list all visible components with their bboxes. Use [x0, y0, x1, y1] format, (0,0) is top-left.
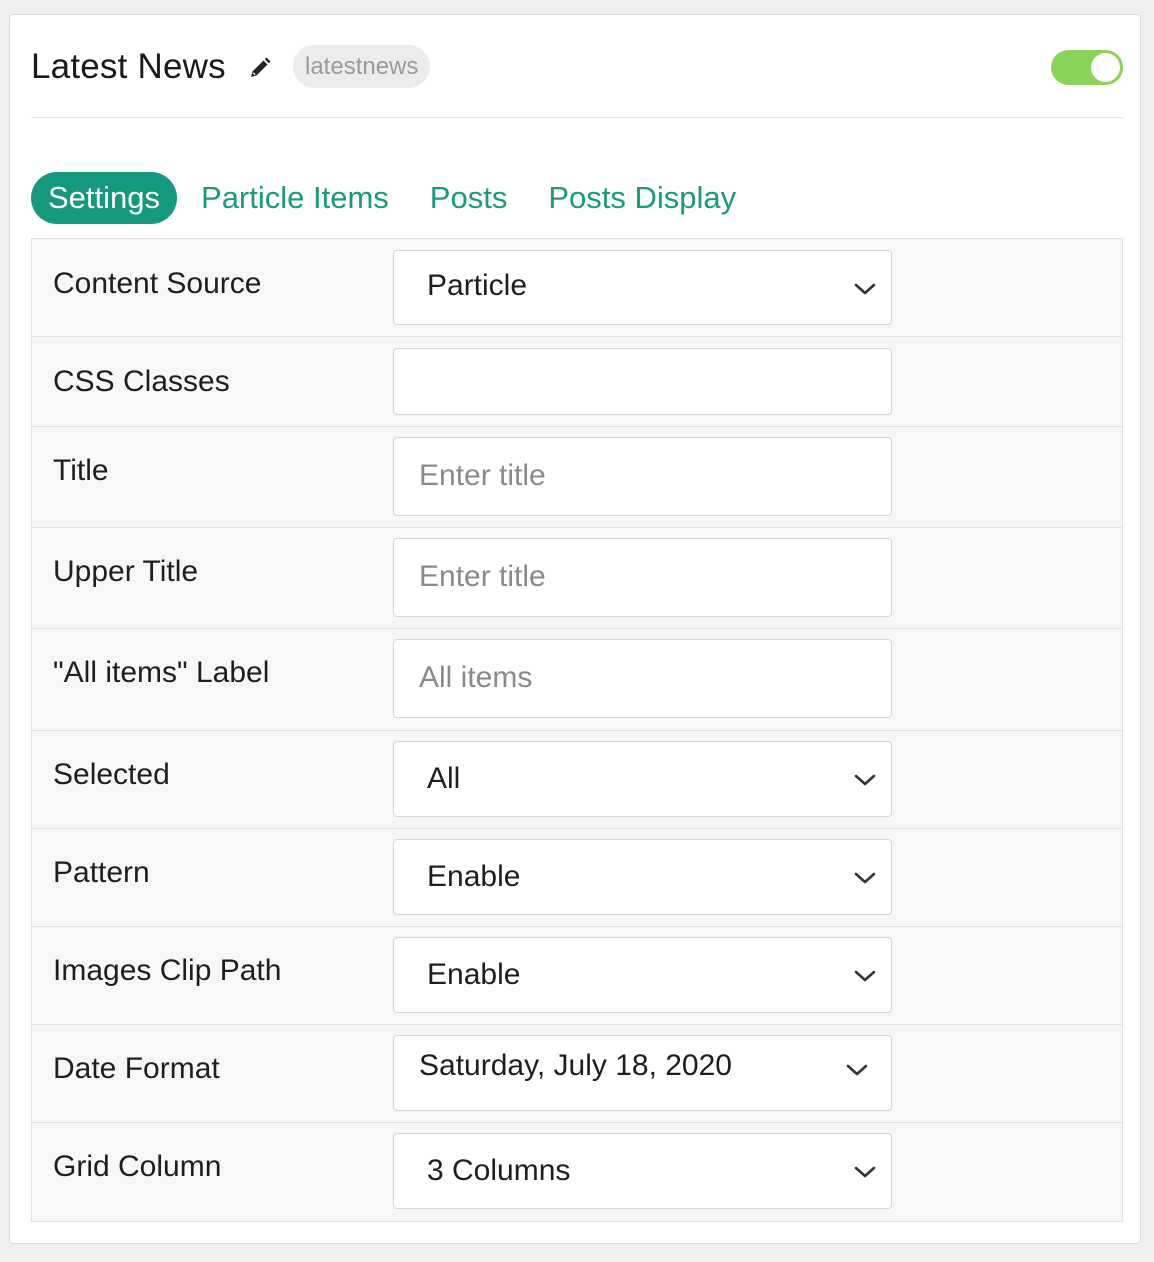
pattern-label: Pattern: [53, 856, 150, 889]
images-clip-path-select[interactable]: Enable: [393, 937, 892, 1013]
tab-settings[interactable]: Settings: [31, 172, 178, 224]
all-items-label-input[interactable]: All items: [393, 639, 892, 718]
panel-header: Latest News latestnews: [31, 15, 1123, 118]
form-row-images-clip-path: Images Clip Path Enable: [32, 927, 1122, 1025]
title-input[interactable]: Enter title: [393, 437, 892, 516]
css-classes-input[interactable]: [393, 348, 892, 415]
settings-tabs: Settings Particle Items Posts Posts Disp…: [31, 172, 736, 224]
form-row-selected: Selected All: [32, 731, 1122, 829]
form-row-grid-column: Grid Column 3 Columns: [32, 1123, 1122, 1219]
title-placeholder: Enter title: [419, 459, 546, 492]
upper-title-input[interactable]: Enter title: [393, 538, 892, 617]
form-row-all-items-label: "All items" Label All items: [32, 629, 1122, 731]
selected-value: All: [427, 762, 461, 795]
chevron-down-icon: [854, 872, 876, 884]
tab-posts-display[interactable]: Posts Display: [548, 172, 736, 224]
form-row-css-classes: CSS Classes: [32, 337, 1122, 427]
grid-column-label: Grid Column: [53, 1150, 222, 1183]
pattern-value: Enable: [427, 860, 521, 893]
grid-column-select[interactable]: 3 Columns: [393, 1133, 892, 1209]
form-row-date-format: Date Format Saturday, July 18, 2020: [32, 1025, 1122, 1123]
panel-title: Latest News: [31, 47, 226, 86]
selected-select[interactable]: All: [393, 741, 892, 817]
form-row-pattern: Pattern Enable: [32, 829, 1122, 927]
upper-title-placeholder: Enter title: [419, 560, 546, 593]
settings-form: Content Source Particle CSS Classes Titl…: [31, 238, 1123, 1222]
particle-panel: Latest News latestnews Settings Particle…: [9, 14, 1141, 1244]
date-format-value: Saturday, July 18, 2020: [419, 1049, 732, 1082]
chevron-down-icon: [854, 970, 876, 982]
enable-toggle[interactable]: [1051, 50, 1123, 85]
title-label: Title: [53, 454, 109, 487]
date-format-select[interactable]: Saturday, July 18, 2020: [393, 1035, 892, 1111]
date-format-label: Date Format: [53, 1052, 220, 1085]
content-source-value: Particle: [427, 269, 528, 302]
form-row-title: Title Enter title: [32, 427, 1122, 528]
grid-column-value: 3 Columns: [427, 1154, 571, 1187]
pencil-icon[interactable]: [249, 57, 271, 79]
upper-title-label: Upper Title: [53, 555, 199, 588]
chevron-down-icon: [854, 283, 876, 295]
toggle-knob: [1091, 53, 1120, 82]
chevron-down-icon: [854, 774, 876, 786]
all-items-label-label: "All items" Label: [53, 656, 270, 689]
chevron-down-icon: [854, 1166, 876, 1178]
form-row-content-source: Content Source Particle: [32, 239, 1122, 337]
form-row-upper-title: Upper Title Enter title: [32, 528, 1122, 629]
content-source-label: Content Source: [53, 267, 262, 300]
selected-label: Selected: [53, 758, 170, 791]
pattern-select[interactable]: Enable: [393, 839, 892, 915]
css-classes-label: CSS Classes: [53, 365, 230, 398]
tab-posts[interactable]: Posts: [430, 172, 508, 224]
tab-particle-items[interactable]: Particle Items: [201, 172, 389, 224]
content-source-select[interactable]: Particle: [393, 250, 892, 325]
all-items-label-placeholder: All items: [419, 661, 533, 694]
chevron-down-icon: [846, 1064, 868, 1076]
images-clip-path-label: Images Clip Path: [53, 954, 282, 987]
particle-id-badge: latestnews: [293, 45, 431, 88]
images-clip-path-value: Enable: [427, 958, 521, 991]
